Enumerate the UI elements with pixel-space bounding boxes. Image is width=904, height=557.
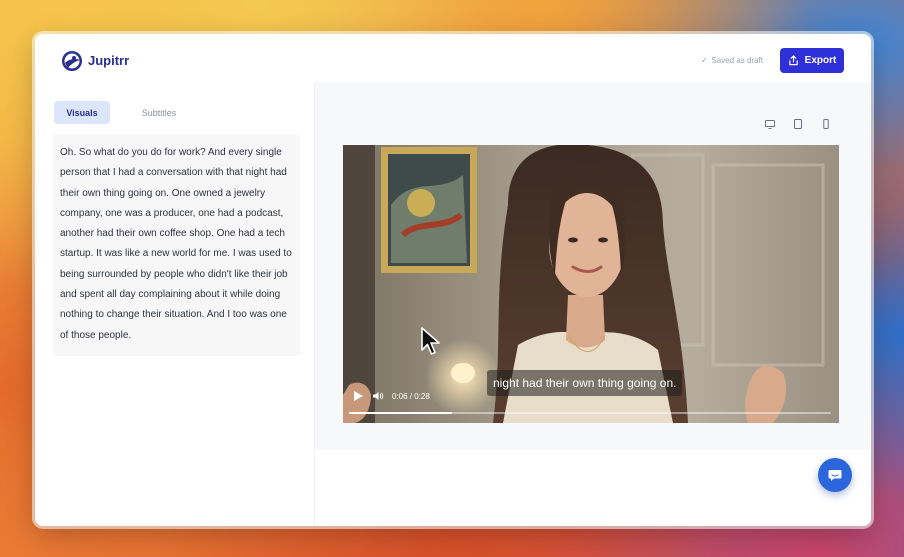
preview-panel: night had their own thing going on. 0:06… xyxy=(315,82,871,526)
preview-stage: night had their own thing going on. 0:06… xyxy=(315,82,871,450)
desktop-icon[interactable] xyxy=(764,118,776,130)
tab-subtitles[interactable]: Subtitles xyxy=(131,101,187,124)
save-status: ✓ Saved as draft xyxy=(701,56,763,65)
app-window: Jupitrr ✓ Saved as draft Export Visuals … xyxy=(35,34,871,526)
chat-support-button[interactable] xyxy=(818,458,852,492)
device-preview-toggles xyxy=(764,118,832,130)
top-bar: Jupitrr ✓ Saved as draft Export xyxy=(35,34,871,83)
brand-name: Jupitrr xyxy=(88,53,130,68)
jupitrr-logo-icon xyxy=(62,51,82,71)
tablet-icon[interactable] xyxy=(792,118,804,130)
transcript-text[interactable]: Oh. So what do you do for work? And ever… xyxy=(53,134,300,356)
left-panel: Visuals Subtitles Oh. So what do you do … xyxy=(35,82,315,526)
player-controls: 0:06 / 0:28 xyxy=(352,390,430,402)
mouse-cursor-icon xyxy=(421,327,440,355)
export-icon xyxy=(788,55,798,66)
chat-bubble-icon xyxy=(828,470,842,481)
progress-fill xyxy=(349,412,453,414)
subtitle-caption: night had their own thing going on. xyxy=(487,370,683,396)
tab-visuals[interactable]: Visuals xyxy=(54,101,110,124)
mobile-icon[interactable] xyxy=(820,118,832,130)
play-icon[interactable] xyxy=(352,390,364,402)
time-display: 0:06 / 0:28 xyxy=(392,391,430,401)
check-icon: ✓ xyxy=(700,56,708,65)
volume-icon[interactable] xyxy=(372,390,384,402)
save-status-label: Saved as draft xyxy=(711,56,763,65)
export-label: Export xyxy=(804,55,837,66)
export-button[interactable]: Export xyxy=(780,48,844,73)
video-player[interactable]: night had their own thing going on. 0:06… xyxy=(343,145,839,423)
progress-track[interactable] xyxy=(349,412,831,414)
